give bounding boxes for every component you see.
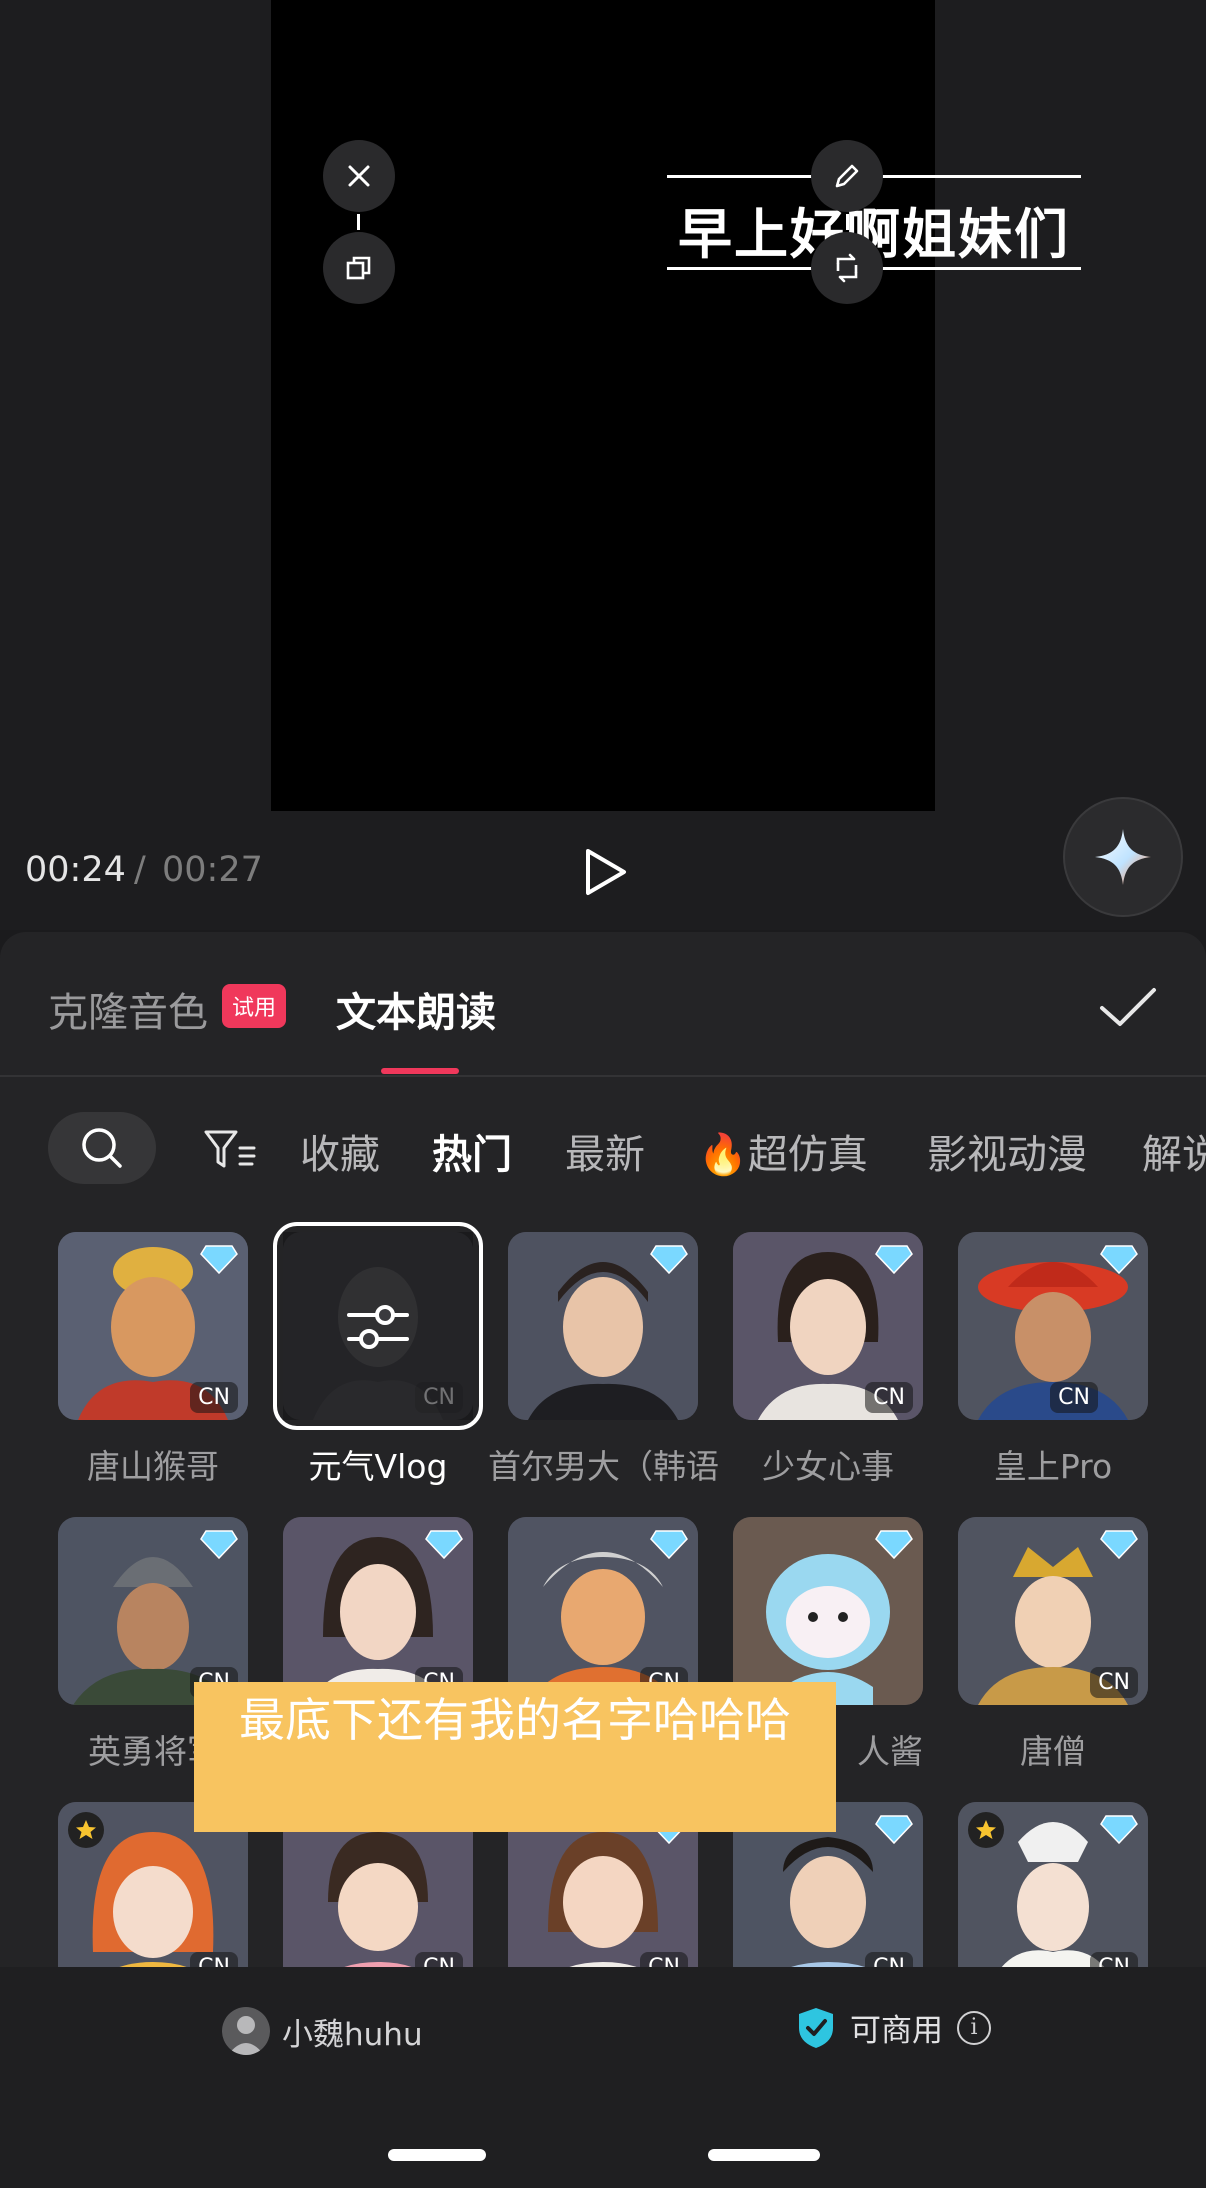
diamond-icon	[875, 1815, 913, 1844]
checkmark-icon	[1100, 988, 1156, 1026]
category-film-anime[interactable]: 影视动漫	[927, 1122, 1087, 1180]
diamond-icon	[425, 1530, 463, 1559]
video-preview-area: 早上好啊姐妹们 00:24 / 00:27	[0, 0, 1206, 930]
favorite-star-badge	[968, 1812, 1004, 1848]
language-badge: CN	[1050, 1382, 1098, 1413]
voice-name: 元气Vlog	[308, 1447, 448, 1486]
copy-icon	[346, 256, 371, 280]
star-icon	[976, 1820, 996, 1839]
ai-assistant-button[interactable]	[1063, 797, 1183, 917]
tab-clone-voice[interactable]: 克隆音色	[48, 980, 208, 1038]
voice-name: 少女心事	[762, 1447, 894, 1486]
language-badge: CN	[190, 1382, 238, 1413]
diamond-icon	[200, 1530, 238, 1559]
home-indicator	[388, 2149, 486, 2161]
pencil-icon	[835, 164, 859, 188]
search-button[interactable]	[48, 1112, 156, 1184]
video-canvas[interactable]: 早上好啊姐妹们	[271, 0, 1081, 811]
avatar	[222, 2007, 270, 2055]
sparkle-icon	[1095, 829, 1151, 885]
filter-button[interactable]	[200, 1120, 260, 1180]
user-icon	[228, 2016, 264, 2055]
filter-icon	[204, 1130, 256, 1168]
category-ultra-realistic[interactable]: 🔥超仿真	[698, 1122, 868, 1180]
search-icon	[82, 1128, 122, 1168]
current-time: 00:24	[25, 850, 126, 890]
rotate-icon	[836, 253, 858, 283]
selection-frame	[273, 1222, 483, 1430]
diamond-icon	[1100, 1245, 1138, 1274]
commercial-use-info[interactable]: 可商用 i	[796, 2005, 991, 2050]
diamond-icon	[200, 1245, 238, 1274]
close-icon	[348, 165, 370, 187]
creator-name: 小魏huhu	[282, 2016, 423, 2053]
language-badge: CN	[865, 1952, 913, 1967]
commercial-use-label: 可商用	[850, 2013, 943, 2049]
shield-check-icon	[799, 2007, 833, 2048]
home-indicator	[708, 2149, 820, 2161]
annotation-banner: 最底下还有我的名字哈哈哈	[194, 1682, 836, 1832]
diamond-icon	[1100, 1815, 1138, 1844]
language-badge: CN	[190, 1952, 238, 1967]
caption-box-edge	[357, 214, 360, 230]
delete-caption-button[interactable]	[323, 140, 395, 212]
diamond-icon	[1100, 1530, 1138, 1559]
diamond-icon	[875, 1530, 913, 1559]
star-icon	[76, 1820, 96, 1839]
voice-name: 皇上Pro	[993, 1447, 1113, 1486]
language-badge: CN	[415, 1952, 463, 1967]
confirm-button[interactable]	[1096, 976, 1160, 1040]
voice-name: 唐山猴哥	[87, 1447, 219, 1486]
rotate-scale-caption-button[interactable]	[811, 232, 883, 304]
favorite-star-badge	[68, 1812, 104, 1848]
category-newest[interactable]: 最新	[565, 1122, 645, 1180]
time-separator: /	[134, 850, 146, 890]
voice-name: 唐僧	[1020, 1732, 1086, 1771]
copy-caption-button[interactable]	[323, 232, 395, 304]
category-hot[interactable]: 热门	[432, 1122, 512, 1180]
diamond-icon	[875, 1245, 913, 1274]
language-badge: CN	[1090, 1667, 1138, 1698]
category-commentary[interactable]: 解说	[1142, 1122, 1206, 1180]
tab-text-to-speech[interactable]: 文本朗读	[336, 980, 496, 1038]
creator-info[interactable]: 小魏huhu	[222, 2007, 423, 2055]
language-badge: CN	[1090, 1952, 1138, 1967]
diamond-icon	[650, 1245, 688, 1274]
active-tab-indicator	[381, 1068, 459, 1074]
divider	[0, 1075, 1206, 1077]
play-button[interactable]	[575, 842, 635, 902]
voice-card[interactable]: CN	[958, 1802, 1148, 1967]
edit-caption-button[interactable]	[811, 140, 883, 212]
voice-name: 首尔男大（韩语）	[488, 1447, 718, 1486]
info-icon[interactable]: i	[957, 2010, 991, 2045]
play-icon	[586, 849, 626, 895]
footer-bar: 小魏huhu 可商用 i	[0, 1967, 1206, 2188]
diamond-icon	[650, 1530, 688, 1559]
language-badge: CN	[865, 1382, 913, 1413]
language-badge: CN	[640, 1952, 688, 1967]
total-time: 00:27	[162, 850, 263, 890]
category-favorites[interactable]: 收藏	[300, 1122, 380, 1180]
trial-badge: 试用	[222, 984, 287, 1028]
caption-box-edge	[846, 214, 849, 230]
